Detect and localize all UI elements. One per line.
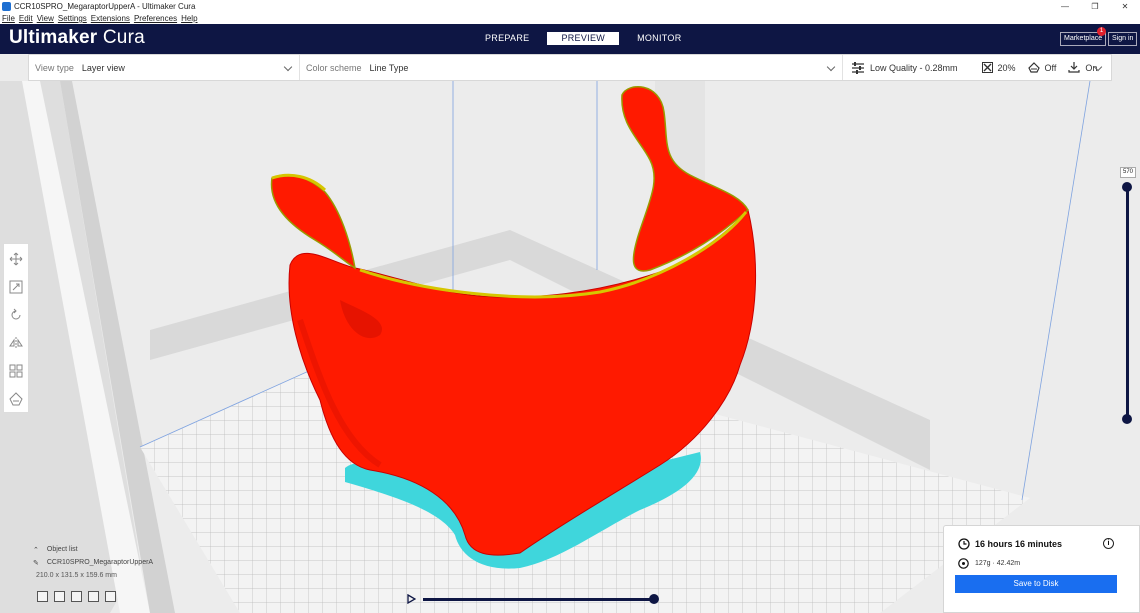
material-usage: 127g · 42.42m: [958, 558, 1020, 569]
rotate-icon[interactable]: [7, 305, 25, 324]
print-settings-summary[interactable]: Low Quality - 0.28mm 20% Off On: [843, 55, 1111, 80]
mirror-icon[interactable]: [7, 333, 25, 352]
adhesion-icon: [1068, 62, 1080, 73]
camera-view-buttons: [37, 591, 116, 602]
view-top-icon[interactable]: [71, 591, 82, 602]
cura-window: CCR10SPRO_MegaraptorUpperA - Ultimaker C…: [0, 0, 1140, 613]
brand-product: Cura: [102, 27, 145, 48]
view-3d-icon[interactable]: [37, 591, 48, 602]
app-header: Ultimaker Cura PREPARE PREVIEW MONITOR M…: [0, 24, 1140, 54]
tab-prepare[interactable]: PREPARE: [475, 32, 539, 45]
view-settings-bar: View type Layer view Color scheme Line T…: [28, 54, 1112, 81]
pencil-icon: ✎: [33, 559, 39, 567]
support-value: Off: [1044, 62, 1057, 73]
save-to-disk-button[interactable]: Save to Disk: [955, 575, 1117, 593]
object-name-row[interactable]: ✎ CCR10SPRO_MegaraptorUpperA: [33, 556, 153, 569]
infill-setting: 20%: [981, 62, 1016, 73]
object-list-label: Object list: [46, 546, 78, 553]
quality-value: Low Quality - 0.28mm: [870, 62, 958, 73]
color-scheme-label: Color scheme: [306, 62, 362, 73]
layer-slider-upper-handle[interactable]: [1122, 182, 1132, 192]
object-list: ⌃ Object list ✎ CCR10SPRO_MegaraptorUppe…: [33, 543, 153, 582]
color-scheme-dropdown[interactable]: Color scheme Line Type: [300, 55, 843, 80]
quality-setting: Low Quality - 0.28mm: [851, 61, 958, 74]
simulation-slider-track[interactable]: [423, 598, 655, 601]
close-button[interactable]: ✕: [1110, 2, 1140, 11]
adhesion-setting: On: [1068, 62, 1097, 73]
object-list-toggle[interactable]: ⌃ Object list: [33, 543, 153, 556]
chevron-up-icon: ⌃: [33, 546, 39, 554]
infill-value: 20%: [997, 62, 1016, 73]
print-time: 16 hours 16 minutes: [958, 538, 1062, 550]
chevron-down-icon: [826, 62, 836, 72]
layer-slider-track[interactable]: [1126, 187, 1129, 419]
scale-icon[interactable]: [7, 277, 25, 296]
support-icon: [1027, 62, 1040, 73]
chevron-down-icon: [283, 62, 293, 72]
menu-view[interactable]: View: [37, 14, 54, 23]
object-name: CCR10SPRO_MegaraptorUpperA: [46, 559, 154, 566]
view-left-icon[interactable]: [88, 591, 99, 602]
menu-bar: File Edit View Settings Extensions Prefe…: [0, 13, 1140, 24]
menu-file[interactable]: File: [2, 14, 15, 23]
layer-slider-lower-handle[interactable]: [1122, 414, 1132, 424]
spool-icon: [958, 558, 969, 569]
menu-edit[interactable]: Edit: [19, 14, 33, 23]
view-front-icon[interactable]: [54, 591, 65, 602]
print-time-value: 16 hours 16 minutes: [975, 539, 1063, 549]
simulation-slider-handle[interactable]: [649, 594, 659, 604]
menu-preferences[interactable]: Preferences: [134, 14, 177, 23]
brand-logo: Ultimaker Cura: [9, 27, 145, 49]
object-dimensions: 210.0 x 131.5 x 159.6 mm: [36, 572, 117, 579]
info-icon[interactable]: i: [1103, 538, 1114, 549]
marketplace-badge: 1: [1097, 27, 1106, 36]
layer-number-label[interactable]: 570: [1120, 167, 1136, 178]
window-title: CCR10SPRO_MegaraptorUpperA - Ultimaker C…: [14, 2, 196, 11]
play-icon[interactable]: [406, 594, 416, 604]
color-scheme-value: Line Type: [369, 62, 409, 73]
tool-sidebar: [3, 243, 29, 413]
move-icon[interactable]: [7, 249, 25, 268]
minimize-button[interactable]: —: [1050, 2, 1080, 11]
per-model-settings-icon[interactable]: [7, 361, 25, 380]
view-type-dropdown[interactable]: View type Layer view: [29, 55, 300, 80]
infill-icon: [981, 62, 993, 73]
stage-tabs: PREPARE PREVIEW MONITOR: [475, 32, 692, 45]
brand-name: Ultimaker: [9, 27, 98, 48]
sign-in-button[interactable]: Sign in: [1108, 32, 1138, 46]
support-setting: Off: [1027, 62, 1057, 73]
object-dimensions-row: 210.0 x 131.5 x 159.6 mm: [33, 569, 153, 582]
tab-preview[interactable]: PREVIEW: [547, 32, 620, 45]
menu-settings[interactable]: Settings: [58, 14, 87, 23]
clock-icon: [958, 538, 970, 550]
tab-monitor[interactable]: MONITOR: [627, 32, 691, 45]
menu-help[interactable]: Help: [181, 14, 197, 23]
maximize-button[interactable]: ❐: [1080, 2, 1110, 11]
window-title-bar: CCR10SPRO_MegaraptorUpperA - Ultimaker C…: [0, 0, 1140, 13]
menu-extensions[interactable]: Extensions: [91, 14, 130, 23]
sliders-icon: [852, 61, 864, 74]
support-blocker-icon[interactable]: [7, 389, 25, 408]
material-value: 127g · 42.42m: [975, 560, 1021, 567]
view-right-icon[interactable]: [105, 591, 116, 602]
view-type-label: View type: [35, 62, 74, 73]
cura-app-icon: [2, 2, 11, 11]
print-summary-panel: 16 hours 16 minutes i 127g · 42.42m Save…: [943, 525, 1140, 613]
view-type-value: Layer view: [81, 62, 125, 73]
